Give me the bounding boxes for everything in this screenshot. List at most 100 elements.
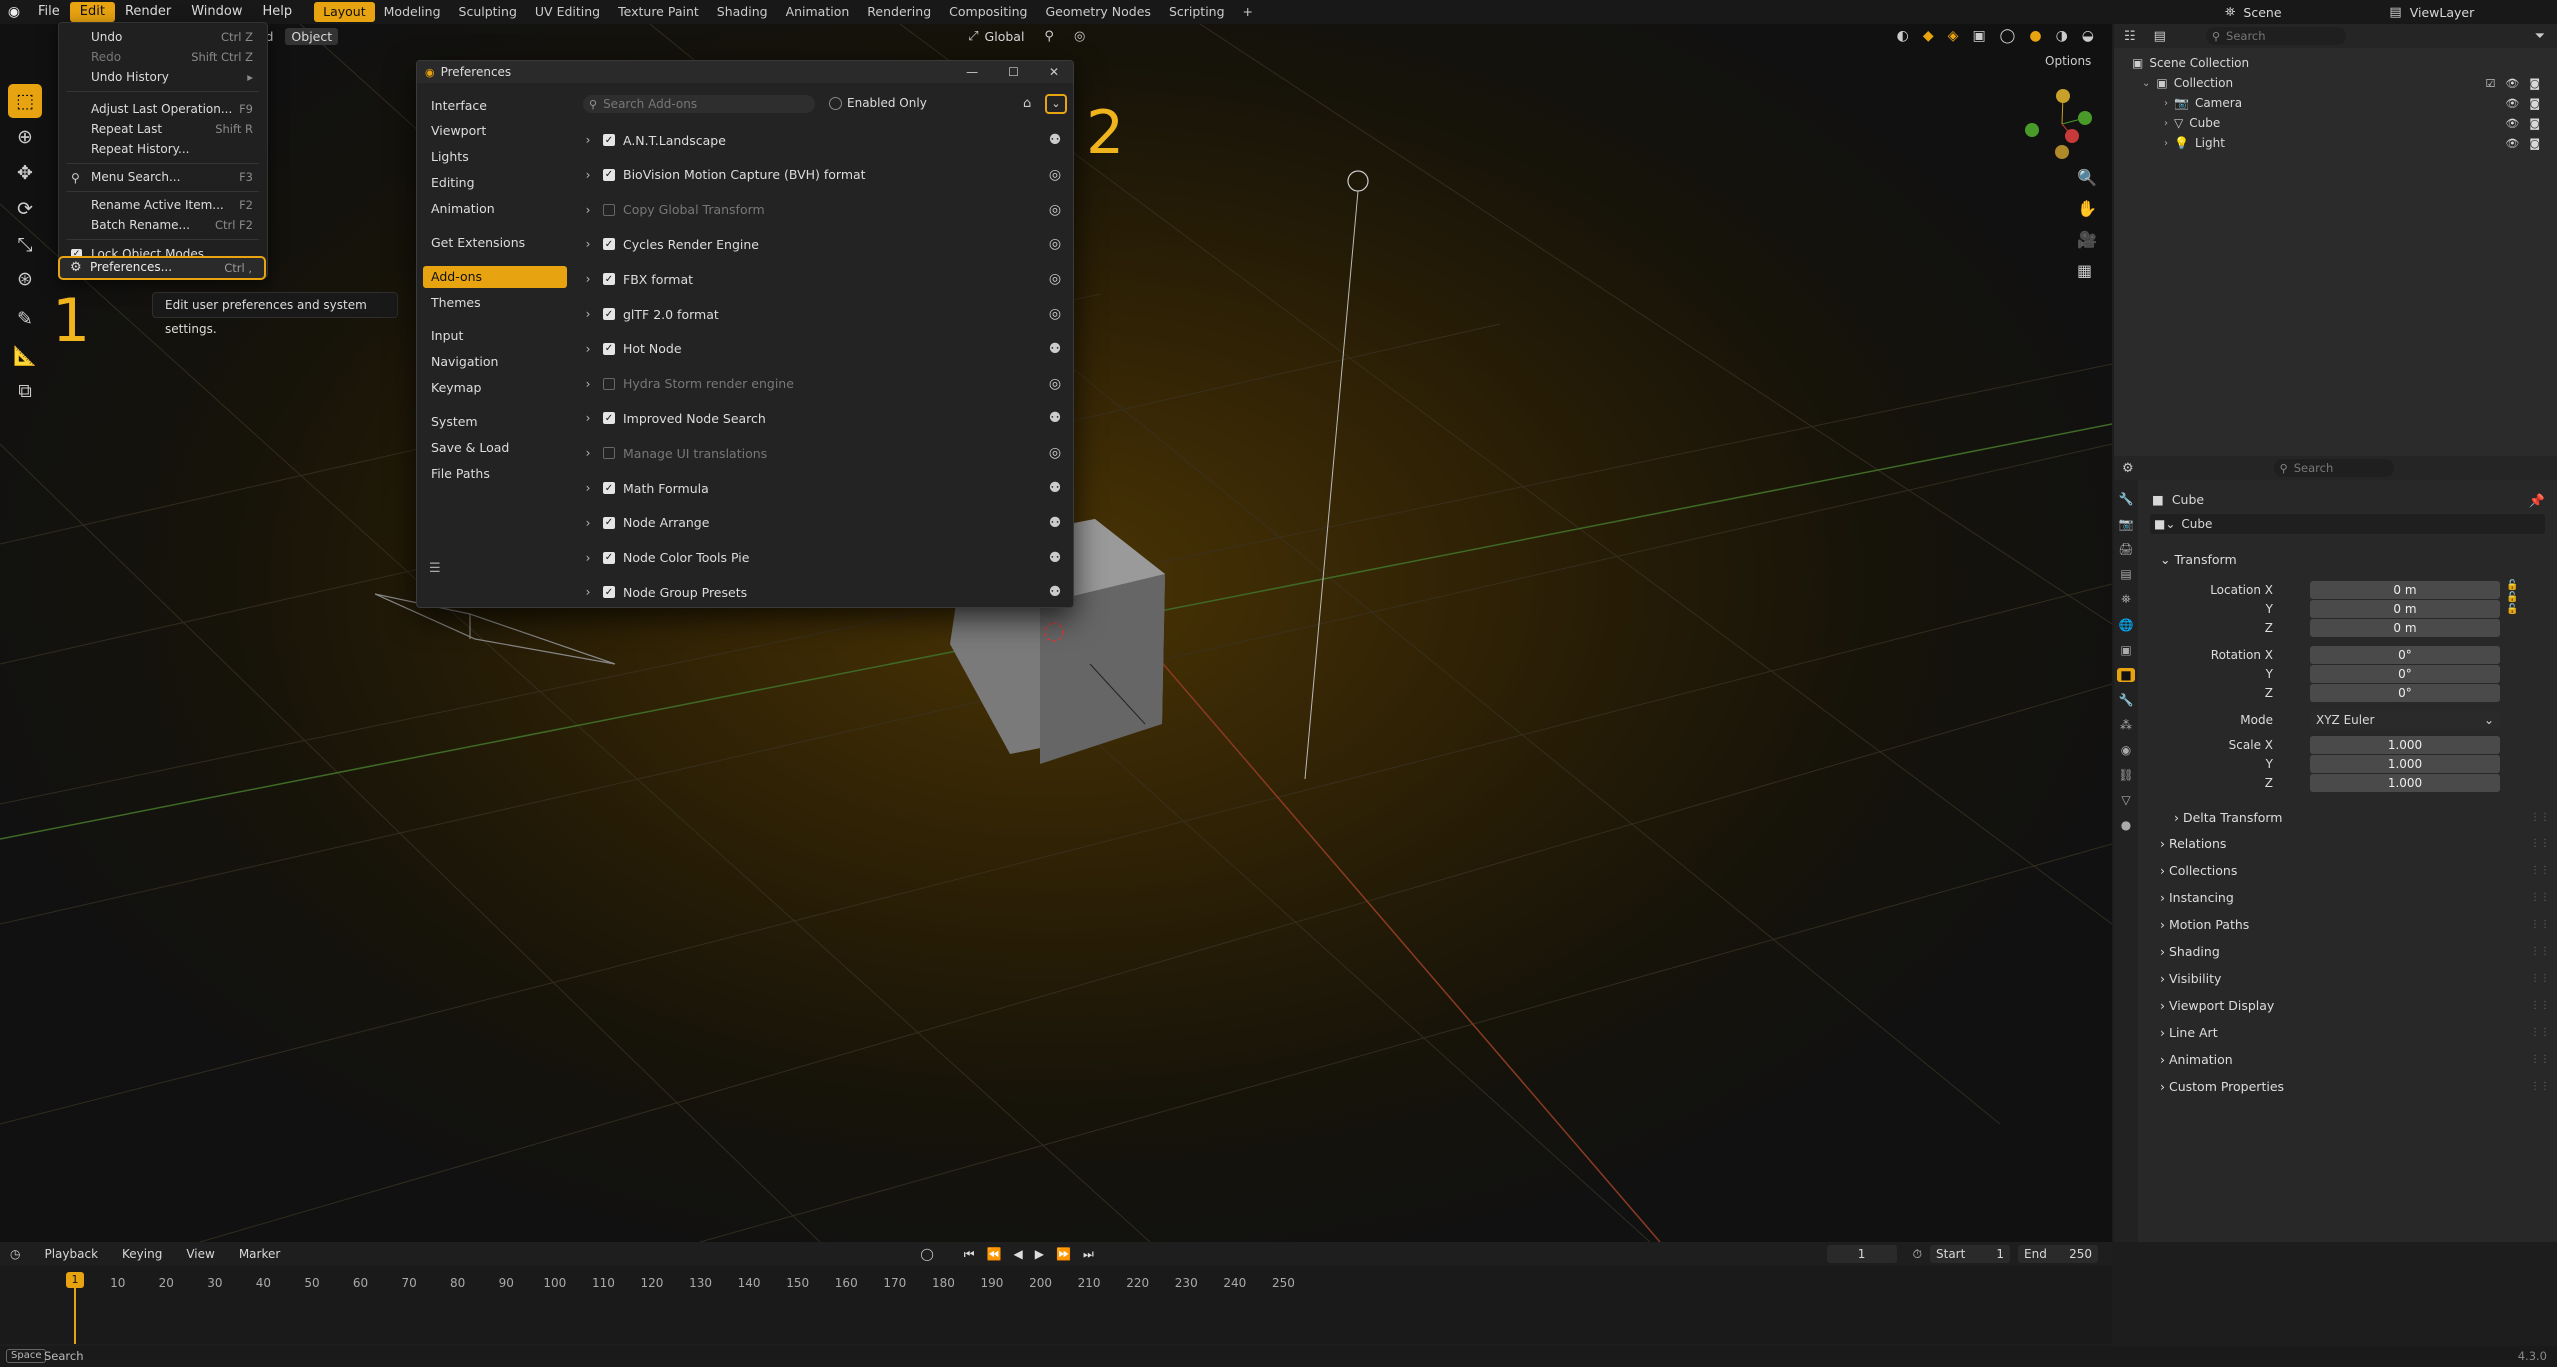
expand-chevron-icon[interactable]: › <box>581 307 595 321</box>
tag-icon[interactable]: ⌂ <box>1023 96 1031 111</box>
addon-enable-checkbox[interactable] <box>603 203 615 216</box>
drag-handle-icon[interactable]: ⋮⋮ <box>2530 1081 2550 1092</box>
collection-row[interactable]: ⌄ ▣ Collection ☑ 👁 ◙ <box>2142 76 2554 90</box>
move-tool-icon[interactable]: ✥ <box>8 156 42 190</box>
constraints-tab-icon[interactable]: ⛓ <box>2118 768 2133 782</box>
pref-nav-get-extensions[interactable]: Get Extensions <box>423 232 567 254</box>
jump-start-icon[interactable]: ⏮ <box>964 1247 975 1262</box>
pref-nav-interface[interactable]: Interface <box>423 95 567 117</box>
rotation-y-field[interactable]: 0° <box>2310 665 2500 683</box>
collection-tab-icon[interactable]: ▣ <box>2120 643 2131 657</box>
workspace-tab-geometry-nodes[interactable]: Geometry Nodes <box>1037 2 1160 22</box>
menu-item-repeat-last[interactable]: Repeat Last Shift R <box>91 119 253 139</box>
addon-row[interactable]: › ✓ Improved Node Search ⚉ <box>581 405 1065 431</box>
scene-collection-row[interactable]: ▣ Scene Collection <box>2132 56 2249 70</box>
menu-render[interactable]: Render <box>115 2 181 22</box>
drag-handle-icon[interactable]: ⋮⋮ <box>2530 1027 2550 1038</box>
data-tab-icon[interactable]: ▽ <box>2121 793 2130 807</box>
addon-row[interactable]: › ✓ Math Formula ⚉ <box>581 475 1065 501</box>
expand-chevron-icon[interactable]: › <box>581 585 595 599</box>
scale-y-field[interactable]: 1.000 <box>2310 755 2500 773</box>
expand-chevron-icon[interactable]: › <box>2164 118 2168 129</box>
physics-tab-icon[interactable]: ◉ <box>2121 743 2131 757</box>
panel-shading[interactable]: › Shading <box>2160 942 2220 962</box>
addon-row[interactable]: › Manage UI translations ◎ <box>581 440 1065 466</box>
add-workspace-icon[interactable]: + <box>1234 2 1262 22</box>
panel-relations[interactable]: › Relations <box>2160 834 2226 854</box>
scene-tab-icon[interactable]: ⛯ <box>2121 592 2131 607</box>
addon-row[interactable]: › ✓ FBX format ◎ <box>581 266 1065 292</box>
drag-handle-icon[interactable]: ⋮⋮ <box>2530 812 2550 823</box>
outliner-item-light[interactable]: › 💡 Light 👁 ◙ <box>2164 136 2554 150</box>
menu-edit[interactable]: Edit <box>69 2 115 22</box>
addon-row[interactable]: › Copy Global Transform ◎ <box>581 197 1065 223</box>
expand-chevron-icon[interactable]: › <box>581 203 595 217</box>
expand-chevron-icon[interactable]: › <box>581 272 595 286</box>
panel-custom-properties[interactable]: › Custom Properties <box>2160 1077 2284 1097</box>
addon-row[interactable]: › ✓ BioVision Motion Capture (BVH) format ◎ <box>581 162 1065 188</box>
panel-transform[interactable]: ⌄ Transform <box>2160 550 2237 570</box>
panel-animation[interactable]: › Animation <box>2160 1050 2233 1070</box>
camera-render-icon[interactable]: ◙ <box>2529 97 2540 110</box>
particles-tab-icon[interactable]: ⁂ <box>2120 718 2132 732</box>
addon-row[interactable]: › Hydra Storm render engine ◎ <box>581 371 1065 397</box>
drag-handle-icon[interactable]: ⋮⋮ <box>2530 892 2550 903</box>
viewport-options-button[interactable]: Options <box>2045 54 2091 68</box>
addon-row[interactable]: › ✓ Node Color Tools Pie ⚉ <box>581 545 1065 571</box>
camera-render-icon[interactable]: ◙ <box>2529 117 2540 130</box>
addon-row[interactable]: › ✓ Cycles Render Engine ◎ <box>581 231 1065 257</box>
perspective-grid-icon[interactable]: ▦ <box>2077 261 2097 280</box>
location-y-field[interactable]: 0 m <box>2310 600 2500 618</box>
drag-handle-icon[interactable]: ⋮⋮ <box>2530 865 2550 876</box>
camera-render-icon[interactable]: ◙ <box>2529 137 2540 150</box>
record-icon[interactable]: ◯ <box>920 1247 933 1261</box>
addon-enable-checkbox[interactable]: ✓ <box>603 412 615 425</box>
pref-nav-editing[interactable]: Editing <box>423 172 567 194</box>
addon-row[interactable]: › ✓ A.N.T.Landscape ⚉ <box>581 127 1065 153</box>
select-tool-icon[interactable]: ⬚ <box>8 84 42 118</box>
pref-nav-system[interactable]: System <box>423 411 567 433</box>
addon-enable-checkbox[interactable]: ✓ <box>603 586 615 599</box>
workspace-tab-scripting[interactable]: Scripting <box>1160 2 1234 22</box>
rotate-tool-icon[interactable]: ⟳ <box>8 192 42 226</box>
jump-end-icon[interactable]: ⏭ <box>1083 1247 1094 1262</box>
pref-nav-file-paths[interactable]: File Paths <box>423 463 567 485</box>
lock-icon[interactable]: 🔓 <box>2506 592 2518 603</box>
panel-instancing[interactable]: › Instancing <box>2160 888 2234 908</box>
measure-tool-icon[interactable]: 📐 <box>8 338 42 372</box>
timeline-track[interactable]: 1102030405060708090100110120130140150160… <box>0 1266 2112 1344</box>
drag-handle-icon[interactable]: ⋮⋮ <box>2530 1054 2550 1065</box>
modifier-tab-icon[interactable]: 🔧 <box>2119 693 2134 707</box>
expand-chevron-icon[interactable]: › <box>581 377 595 391</box>
stopwatch-icon[interactable]: ⏱ <box>1913 1247 1922 1262</box>
expand-chevron-icon[interactable]: › <box>581 411 595 425</box>
zoom-icon[interactable]: 🔍 <box>2077 168 2097 187</box>
pin-icon[interactable]: 📌 <box>2529 494 2545 509</box>
addon-enable-checkbox[interactable]: ✓ <box>603 134 615 146</box>
addon-row[interactable]: › ✓ Node Arrange ⚉ <box>581 510 1065 536</box>
menu-item-preferences[interactable]: ⚙ Preferences... Ctrl , <box>58 256 266 280</box>
pref-nav-viewport[interactable]: Viewport <box>423 120 567 142</box>
rotation-z-field[interactable]: 0° <box>2310 684 2500 702</box>
addon-enable-checkbox[interactable]: ✓ <box>603 273 615 286</box>
viewport-object-menu[interactable]: Object <box>285 27 339 45</box>
timeline-menu-keying[interactable]: Keying <box>122 1247 162 1261</box>
addon-enable-checkbox[interactable]: ✓ <box>603 551 615 564</box>
add-cube-tool-icon[interactable]: ⧉ <box>8 374 42 408</box>
checkbox-icon[interactable]: ☑ <box>2485 77 2495 90</box>
blender-logo-icon[interactable]: ◉ <box>0 4 28 20</box>
panel-motion-paths[interactable]: › Motion Paths <box>2160 915 2249 935</box>
pref-nav-save-load[interactable]: Save & Load <box>423 437 567 459</box>
expand-chevron-icon[interactable]: › <box>581 516 595 530</box>
drag-handle-icon[interactable]: ⋮⋮ <box>2530 1000 2550 1011</box>
panel-visibility[interactable]: › Visibility <box>2160 969 2221 989</box>
preferences-titlebar[interactable]: ◉ Preferences — ☐ ✕ <box>417 61 1073 83</box>
rendered-shading-icon[interactable]: ◒ <box>2082 28 2094 44</box>
menu-item-adjust-last-operation[interactable]: Adjust Last Operation... F9 <box>91 99 253 119</box>
material-tab-icon[interactable]: ● <box>2121 818 2131 832</box>
scale-x-field[interactable]: 1.000 <box>2310 736 2500 754</box>
menu-item-batch-rename[interactable]: Batch Rename... Ctrl F2 <box>91 215 253 235</box>
eye-icon[interactable]: 👁 <box>2505 137 2519 150</box>
minimize-icon[interactable]: — <box>966 65 978 79</box>
expand-chevron-icon[interactable]: › <box>581 237 595 251</box>
